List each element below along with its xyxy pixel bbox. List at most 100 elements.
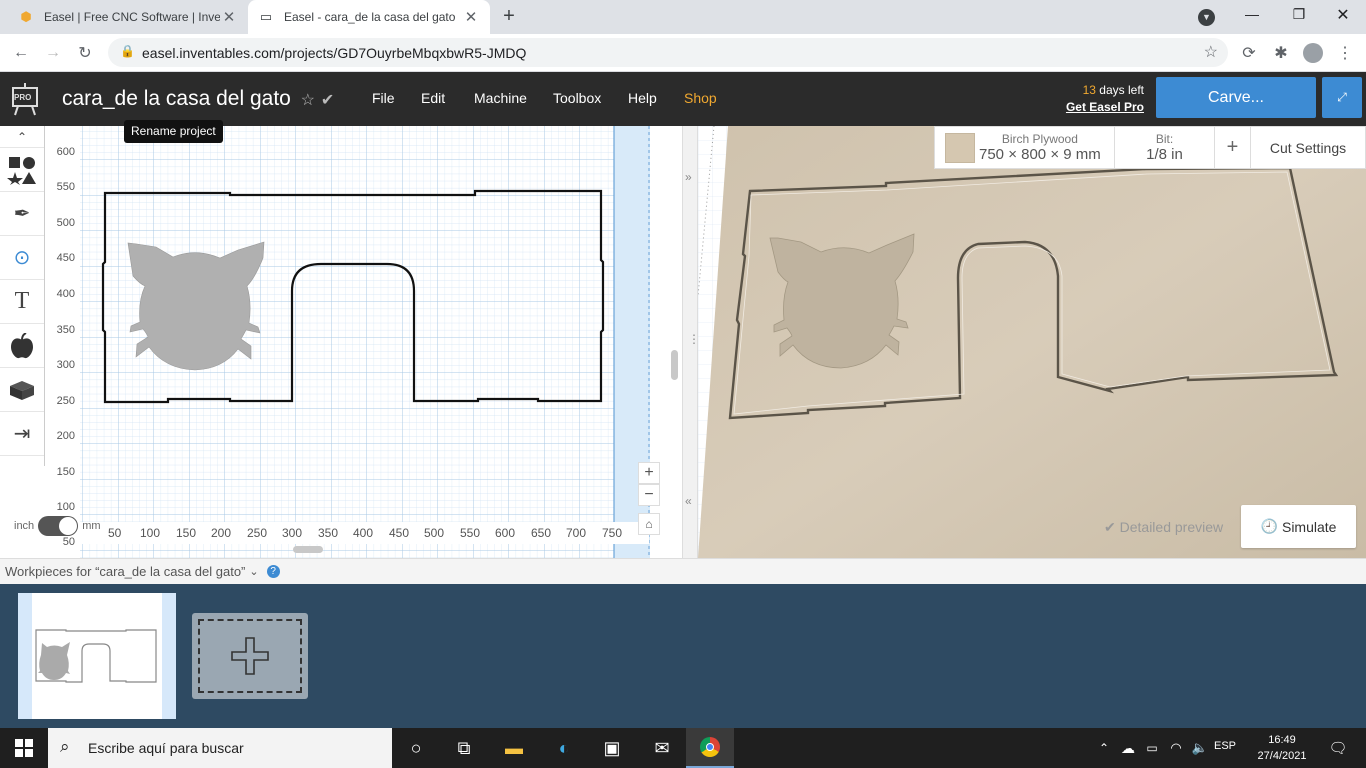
simulate-button[interactable]: 🕘 Simulate <box>1241 505 1356 548</box>
text-tool-icon[interactable]: T <box>0 280 44 324</box>
carve-button[interactable]: Carve... <box>1156 77 1316 118</box>
sync-extension-icon[interactable]: ⟳ <box>1236 40 1262 66</box>
y-tick: 50 <box>62 536 75 548</box>
forward-icon[interactable]: → <box>40 40 66 66</box>
workpieces-chevron-icon[interactable]: ⌄ <box>249 565 258 578</box>
workpiece-thumbnail[interactable] <box>18 593 176 719</box>
pen-tool-icon[interactable]: ✒ <box>0 192 44 236</box>
design-grid[interactable] <box>45 126 682 558</box>
volume-icon[interactable]: 🔈 <box>1188 728 1212 768</box>
vertical-scrollbar[interactable] <box>671 350 678 380</box>
cut-settings-button[interactable]: Cut Settings <box>1251 127 1365 168</box>
show-hidden-icons-chevron[interactable]: ⌃ <box>1090 728 1118 768</box>
bit-selector[interactable]: Bit: 1/8 in <box>1115 127 1215 168</box>
simulate-label: Simulate <box>1281 518 1337 535</box>
x-tick: 300 <box>282 526 303 540</box>
onedrive-cloud-icon[interactable]: ☁ <box>1116 728 1140 768</box>
unit-switch[interactable] <box>38 516 79 536</box>
collapse-toolbar-icon[interactable]: ⌃ <box>0 126 44 148</box>
bookmark-star-icon[interactable]: ☆ <box>1204 42 1218 62</box>
expand-right-icon[interactable]: » <box>685 170 692 184</box>
detailed-preview-toggle[interactable]: ✔ Detailed preview <box>1104 519 1223 536</box>
carve-preview[interactable] <box>698 126 1366 558</box>
y-tick: 300 <box>56 359 75 371</box>
workpieces-label: Workpieces for “cara_de la casa del gato… <box>5 564 246 579</box>
project-title-text: cara_de la casa del gato <box>62 87 291 110</box>
menu-edit[interactable]: Edit <box>421 90 445 106</box>
unit-toggle[interactable]: inch mm <box>14 516 101 536</box>
workpieces-area <box>0 584 1366 728</box>
close-window-icon[interactable]: ✕ <box>1331 5 1355 25</box>
clock-date: 27/4/2021 <box>1257 750 1307 762</box>
tab-search-icon[interactable]: ▼ <box>1198 9 1215 26</box>
menu-shop[interactable]: Shop <box>684 90 717 106</box>
minimize-icon[interactable]: — <box>1240 6 1264 22</box>
favorite-star-icon[interactable]: ☆ <box>301 92 315 109</box>
file-explorer-icon[interactable]: ▬ <box>490 728 538 768</box>
windows-start-icon[interactable] <box>0 728 48 768</box>
profile-avatar-icon[interactable] <box>1300 40 1326 66</box>
workpiece-thumbnail-image <box>35 629 157 683</box>
point-tool-icon[interactable]: ⊙ <box>0 236 44 280</box>
panel-divider[interactable]: » ⋮ « <box>682 126 700 558</box>
clock-icon: 🕘 <box>1260 518 1278 534</box>
easel-favicon-icon: ⬢ <box>20 9 32 24</box>
close-tab-icon[interactable]: ✕ <box>462 8 480 26</box>
x-tick: 150 <box>176 526 197 540</box>
back-icon[interactable]: ← <box>8 40 34 66</box>
expand-left-icon[interactable]: « <box>685 494 692 508</box>
expand-arrows-icon: ⤢ <box>1337 90 1347 104</box>
material-selector[interactable]: Birch Plywood 750 × 800 × 9 mm <box>935 127 1115 168</box>
menu-machine[interactable]: Machine <box>474 90 527 106</box>
browser-menu-icon[interactable]: ⋮ <box>1332 40 1358 66</box>
cortana-icon[interactable]: ○ <box>392 728 440 768</box>
extensions-puzzle-icon[interactable]: ✱ <box>1268 40 1294 66</box>
zoom-in-button[interactable]: + <box>638 462 660 484</box>
search-placeholder: Escribe aquí para buscar <box>88 740 244 756</box>
task-view-icon[interactable]: ⧉ <box>440 728 488 768</box>
saved-check-icon: ✔ <box>320 92 335 109</box>
add-bit-button[interactable]: + <box>1215 127 1251 168</box>
tab-easel-home[interactable]: ⬢ Easel | Free CNC Software | Inven ✕ <box>8 0 248 34</box>
material-dimensions: 750 × 800 × 9 mm <box>979 146 1101 163</box>
chrome-icon[interactable] <box>686 728 734 768</box>
preview-3d-view <box>698 126 1366 558</box>
help-icon[interactable]: ? <box>266 565 280 578</box>
shapes-tool-icon[interactable] <box>0 148 44 192</box>
restore-icon[interactable]: ❐ <box>1287 6 1311 23</box>
menu-help[interactable]: Help <box>628 90 657 106</box>
language-indicator[interactable]: ESP <box>1214 740 1236 752</box>
get-easel-pro-link[interactable]: Get Easel Pro <box>1066 99 1144 116</box>
new-tab-button[interactable]: + <box>498 5 520 29</box>
wifi-icon[interactable]: ◠ <box>1164 728 1188 768</box>
apple-icons-tool-icon[interactable] <box>0 324 44 368</box>
apps-blocks-tool-icon[interactable] <box>0 368 44 412</box>
menu-file[interactable]: File <box>372 90 395 106</box>
battery-icon[interactable]: ▭ <box>1140 728 1164 768</box>
tab-easel-project[interactable]: ▭ Easel - cara_de la casa del gato ✕ <box>248 0 490 34</box>
expand-preview-button[interactable]: ⤢ <box>1322 77 1362 118</box>
workpieces-bar: Workpieces for “cara_de la casa del gato… <box>0 558 1366 584</box>
y-tick: 550 <box>56 181 75 193</box>
reload-icon[interactable]: ↻ <box>72 40 98 66</box>
zoom-home-button[interactable]: ⌂ <box>638 513 660 535</box>
notifications-icon[interactable]: 🗨 <box>1318 728 1358 768</box>
import-tool-icon[interactable]: ⇥ <box>0 412 44 456</box>
horizontal-scrollbar[interactable] <box>293 546 323 553</box>
edge-browser-icon[interactable]: ◐ <box>540 728 588 768</box>
x-tick: 100 <box>140 526 161 540</box>
store-icon[interactable]: ▣ <box>588 728 636 768</box>
taskbar-clock[interactable]: 16:49 27/4/2021 <box>1254 732 1310 764</box>
mail-icon[interactable]: ✉ <box>638 728 686 768</box>
menu-toolbox[interactable]: Toolbox <box>553 90 601 106</box>
address-bar: ← → ↻ 🔒 easel.inventables.com/projects/G… <box>0 34 1366 72</box>
close-tab-icon[interactable]: ✕ <box>220 8 238 26</box>
easel-pro-logo[interactable]: PRO <box>10 82 40 116</box>
design-canvas[interactable]: 600 550 500 450 400 350 300 250 200 150 … <box>45 126 682 558</box>
y-tick: 600 <box>56 146 75 158</box>
project-title[interactable]: cara_de la casa del gato ☆ ✔ <box>62 87 334 111</box>
zoom-out-button[interactable]: − <box>638 484 660 506</box>
url-field[interactable]: 🔒 easel.inventables.com/projects/GD7Ouyr… <box>108 38 1228 67</box>
taskbar-search[interactable]: ⌕ Escribe aquí para buscar <box>48 728 392 768</box>
add-workpiece-button[interactable] <box>192 613 308 699</box>
